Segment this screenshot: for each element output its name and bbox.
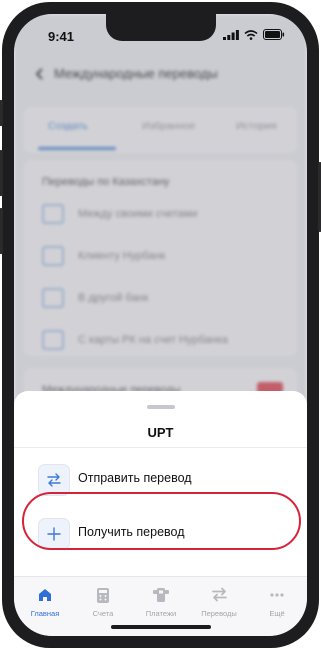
sheet-grabber[interactable]: [147, 405, 175, 409]
mute-switch: [0, 100, 3, 126]
tab-transfers-label: Переводы: [201, 609, 237, 618]
highlight-ring: [22, 492, 301, 550]
sheet-divider: [14, 447, 307, 448]
volume-up-button: [0, 150, 3, 196]
tab-transfers[interactable]: Переводы: [190, 587, 248, 618]
tab-home[interactable]: Главная: [16, 587, 74, 618]
transfer-arrows-icon: [190, 587, 248, 605]
home-indicator: [111, 625, 211, 629]
calculator-icon: [74, 587, 132, 605]
battery-icon: [263, 29, 285, 40]
tab-more[interactable]: Ещё: [248, 587, 306, 618]
send-transfer-label: Отправить перевод: [78, 471, 192, 485]
tab-more-label: Ещё: [269, 609, 285, 618]
notch: [106, 14, 216, 41]
home-icon: [16, 587, 74, 605]
volume-down-button: [0, 208, 3, 254]
status-time: 9:41: [48, 29, 75, 44]
tab-payments-label: Платежи: [145, 609, 177, 618]
screen: Международные переводы Создать Избранное…: [14, 14, 307, 636]
payment-terminal-icon: [132, 587, 190, 605]
tab-home-label: Главная: [30, 609, 60, 618]
wifi-icon: [244, 29, 258, 40]
sheet-title: UPT: [147, 425, 174, 440]
cellular-signal-icon: [223, 29, 239, 40]
tab-payments[interactable]: Платежи: [132, 587, 190, 618]
phone-frame: Международные переводы Создать Избранное…: [0, 2, 321, 648]
tab-accounts[interactable]: Счета: [74, 587, 132, 618]
more-dots-icon: [248, 587, 306, 605]
status-icons: [223, 29, 285, 40]
tab-accounts-label: Счета: [92, 609, 114, 618]
